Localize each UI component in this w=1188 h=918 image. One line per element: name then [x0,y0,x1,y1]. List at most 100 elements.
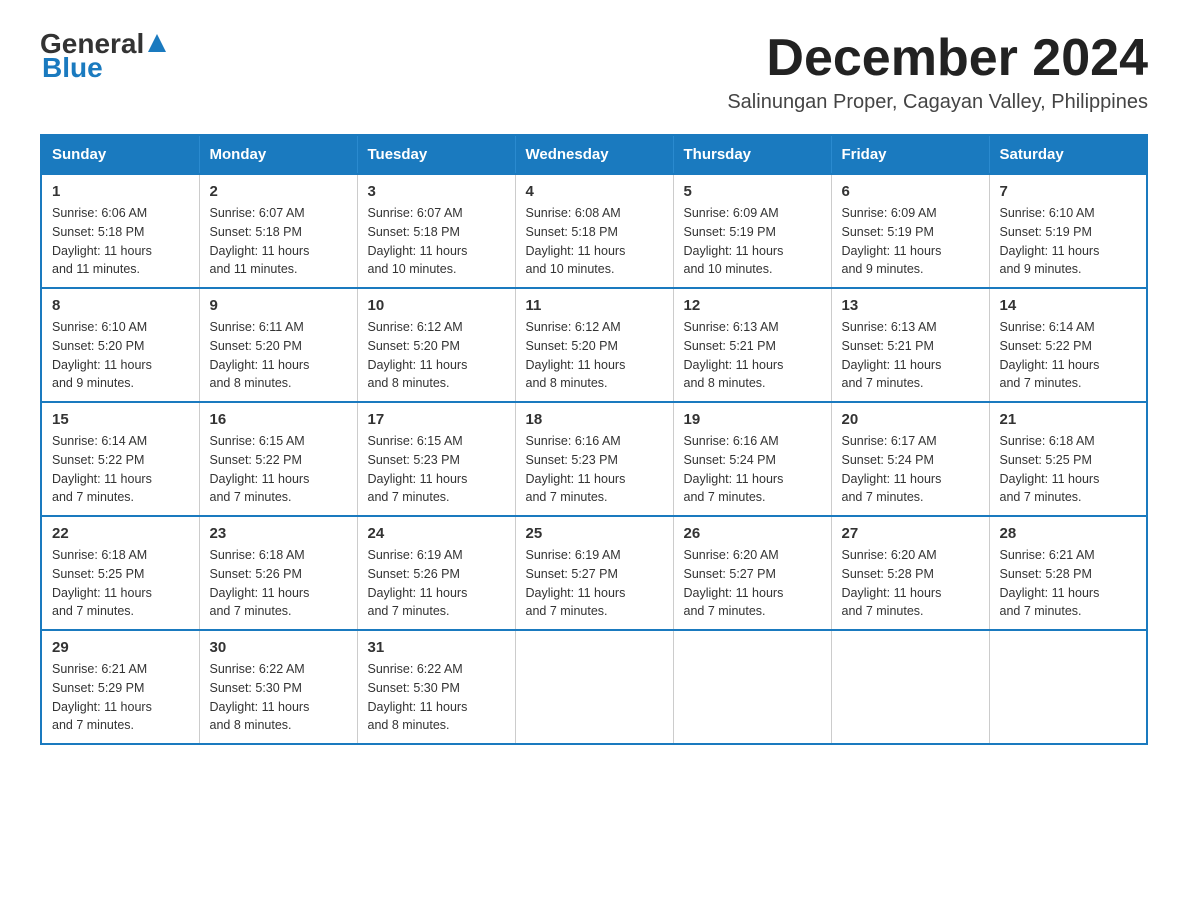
day-info: Sunrise: 6:10 AMSunset: 5:20 PMDaylight:… [52,318,189,393]
day-cell: 16Sunrise: 6:15 AMSunset: 5:22 PMDayligh… [199,402,357,516]
day-number: 30 [210,639,347,656]
day-cell [989,630,1147,744]
calendar-table: SundayMondayTuesdayWednesdayThursdayFrid… [40,134,1148,745]
day-info: Sunrise: 6:14 AMSunset: 5:22 PMDaylight:… [1000,318,1137,393]
week-row-1: 1Sunrise: 6:06 AMSunset: 5:18 PMDaylight… [41,174,1147,288]
day-cell [831,630,989,744]
day-number: 13 [842,297,979,314]
day-number: 26 [684,525,821,542]
day-number: 23 [210,525,347,542]
location-subtitle: Salinungan Proper, Cagayan Valley, Phili… [727,91,1148,114]
day-cell: 26Sunrise: 6:20 AMSunset: 5:27 PMDayligh… [673,516,831,630]
day-cell: 18Sunrise: 6:16 AMSunset: 5:23 PMDayligh… [515,402,673,516]
day-number: 25 [526,525,663,542]
header-sunday: Sunday [41,135,199,174]
day-info: Sunrise: 6:07 AMSunset: 5:18 PMDaylight:… [210,204,347,279]
day-info: Sunrise: 6:13 AMSunset: 5:21 PMDaylight:… [684,318,821,393]
day-number: 17 [368,411,505,428]
day-cell: 5 Sunrise: 6:09 AMSunset: 5:19 PMDaylight… [673,174,831,288]
day-cell: 1Sunrise: 6:06 AMSunset: 5:18 PMDaylight… [41,174,199,288]
day-cell: 3 Sunrise: 6:07 AMSunset: 5:18 PMDaylight… [357,174,515,288]
day-number: 20 [842,411,979,428]
header-row: SundayMondayTuesdayWednesdayThursdayFrid… [41,135,1147,174]
week-row-3: 15 Sunrise: 6:14 AMSunset: 5:22 PMDayligh… [41,402,1147,516]
day-cell: 14Sunrise: 6:14 AMSunset: 5:22 PMDayligh… [989,288,1147,402]
day-cell: 21Sunrise: 6:18 AMSunset: 5:25 PMDayligh… [989,402,1147,516]
day-cell: 20 Sunrise: 6:17 AMSunset: 5:24 PMDayligh… [831,402,989,516]
day-number: 4 [526,183,663,200]
day-info: Sunrise: 6:14 AMSunset: 5:22 PMDaylight:… [52,432,189,507]
day-number: 22 [52,525,189,542]
day-number: 11 [526,297,663,314]
calendar-header: SundayMondayTuesdayWednesdayThursdayFrid… [41,135,1147,174]
day-info: Sunrise: 6:09 AMSunset: 5:19 PMDaylight:… [842,204,979,279]
logo-triangle-icon [146,32,168,54]
day-number: 28 [1000,525,1137,542]
day-cell: 4 Sunrise: 6:08 AMSunset: 5:18 PMDaylight… [515,174,673,288]
day-number: 7 [1000,183,1137,200]
day-cell: 28Sunrise: 6:21 AMSunset: 5:28 PMDayligh… [989,516,1147,630]
day-info: Sunrise: 6:18 AMSunset: 5:25 PMDaylight:… [52,546,189,621]
day-info: Sunrise: 6:20 AMSunset: 5:28 PMDaylight:… [842,546,979,621]
day-info: Sunrise: 6:18 AMSunset: 5:26 PMDaylight:… [210,546,347,621]
day-cell: 10 Sunrise: 6:12 AMSunset: 5:20 PMDayligh… [357,288,515,402]
day-cell: 27 Sunrise: 6:20 AMSunset: 5:28 PMDayligh… [831,516,989,630]
day-number: 9 [210,297,347,314]
header-friday: Friday [831,135,989,174]
day-cell: 31Sunrise: 6:22 AMSunset: 5:30 PMDayligh… [357,630,515,744]
day-info: Sunrise: 6:16 AMSunset: 5:24 PMDaylight:… [684,432,821,507]
month-title: December 2024 [727,30,1148,87]
day-cell: 19 Sunrise: 6:16 AMSunset: 5:24 PMDayligh… [673,402,831,516]
day-info: Sunrise: 6:08 AMSunset: 5:18 PMDaylight:… [526,204,663,279]
day-number: 19 [684,411,821,428]
logo: General Blue [40,30,168,82]
day-info: Sunrise: 6:13 AMSunset: 5:21 PMDaylight:… [842,318,979,393]
day-info: Sunrise: 6:11 AMSunset: 5:20 PMDaylight:… [210,318,347,393]
day-cell: 9 Sunrise: 6:11 AMSunset: 5:20 PMDaylight… [199,288,357,402]
day-info: Sunrise: 6:09 AMSunset: 5:19 PMDaylight:… [684,204,821,279]
week-row-2: 8Sunrise: 6:10 AMSunset: 5:20 PMDaylight… [41,288,1147,402]
day-info: Sunrise: 6:12 AMSunset: 5:20 PMDaylight:… [368,318,505,393]
header-monday: Monday [199,135,357,174]
day-cell: 30 Sunrise: 6:22 AMSunset: 5:30 PMDayligh… [199,630,357,744]
day-info: Sunrise: 6:15 AMSunset: 5:23 PMDaylight:… [368,432,505,507]
day-cell: 6 Sunrise: 6:09 AMSunset: 5:19 PMDaylight… [831,174,989,288]
day-number: 12 [684,297,821,314]
day-number: 29 [52,639,189,656]
day-cell: 22 Sunrise: 6:18 AMSunset: 5:25 PMDayligh… [41,516,199,630]
day-number: 31 [368,639,505,656]
day-info: Sunrise: 6:22 AMSunset: 5:30 PMDaylight:… [210,660,347,735]
day-info: Sunrise: 6:19 AMSunset: 5:26 PMDaylight:… [368,546,505,621]
day-info: Sunrise: 6:12 AMSunset: 5:20 PMDaylight:… [526,318,663,393]
day-cell: 13 Sunrise: 6:13 AMSunset: 5:21 PMDayligh… [831,288,989,402]
header-wednesday: Wednesday [515,135,673,174]
day-cell [673,630,831,744]
day-info: Sunrise: 6:07 AMSunset: 5:18 PMDaylight:… [368,204,505,279]
week-row-5: 29Sunrise: 6:21 AMSunset: 5:29 PMDayligh… [41,630,1147,744]
day-number: 1 [52,183,189,200]
day-number: 5 [684,183,821,200]
day-info: Sunrise: 6:16 AMSunset: 5:23 PMDaylight:… [526,432,663,507]
page-header: General Blue December 2024 Salinungan Pr… [40,30,1148,114]
day-info: Sunrise: 6:18 AMSunset: 5:25 PMDaylight:… [1000,432,1137,507]
day-cell: 25Sunrise: 6:19 AMSunset: 5:27 PMDayligh… [515,516,673,630]
day-cell: 8Sunrise: 6:10 AMSunset: 5:20 PMDaylight… [41,288,199,402]
day-number: 27 [842,525,979,542]
day-number: 24 [368,525,505,542]
day-cell: 17 Sunrise: 6:15 AMSunset: 5:23 PMDayligh… [357,402,515,516]
header-tuesday: Tuesday [357,135,515,174]
day-cell: 23 Sunrise: 6:18 AMSunset: 5:26 PMDayligh… [199,516,357,630]
logo-blue-text: Blue [40,54,103,82]
header-saturday: Saturday [989,135,1147,174]
day-number: 3 [368,183,505,200]
day-cell [515,630,673,744]
day-cell: 7Sunrise: 6:10 AMSunset: 5:19 PMDaylight… [989,174,1147,288]
day-number: 15 [52,411,189,428]
header-thursday: Thursday [673,135,831,174]
title-section: December 2024 Salinungan Proper, Cagayan… [727,30,1148,114]
day-number: 10 [368,297,505,314]
day-number: 6 [842,183,979,200]
day-cell: 24 Sunrise: 6:19 AMSunset: 5:26 PMDayligh… [357,516,515,630]
day-cell: 12 Sunrise: 6:13 AMSunset: 5:21 PMDayligh… [673,288,831,402]
day-info: Sunrise: 6:17 AMSunset: 5:24 PMDaylight:… [842,432,979,507]
